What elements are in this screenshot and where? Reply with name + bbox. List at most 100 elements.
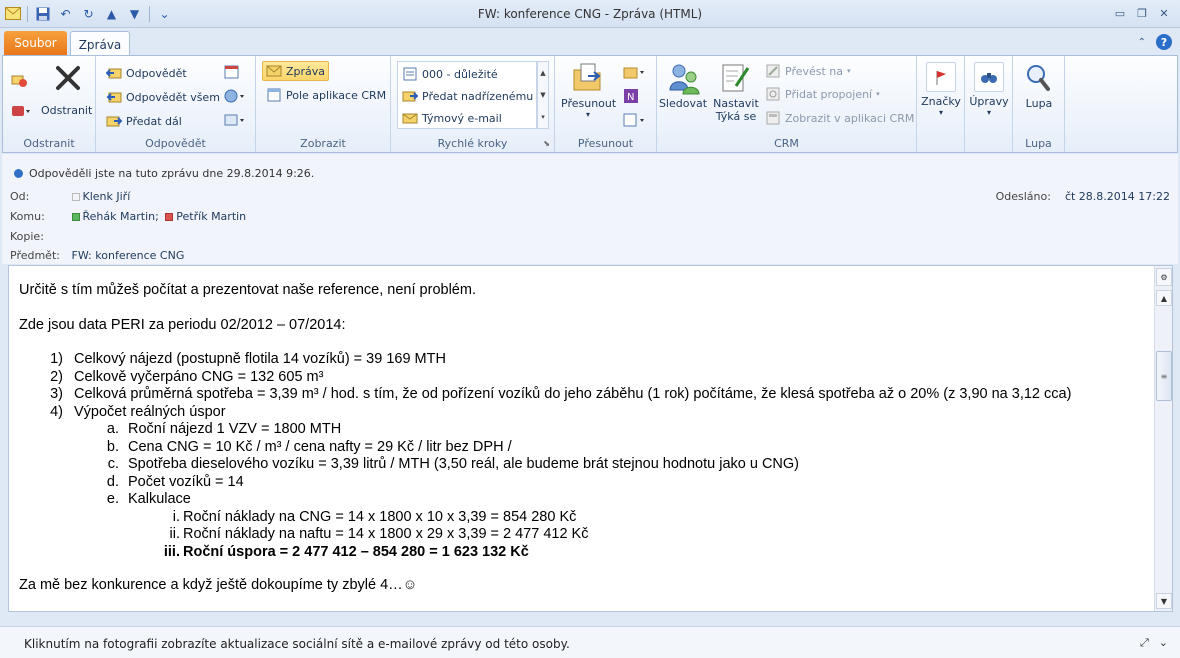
people-pane-bar[interactable]: Kliknutím na fotografii zobrazíte aktual… <box>0 626 1180 658</box>
chevron-down-icon[interactable]: ⌄ <box>1159 636 1168 650</box>
quick-steps-scroll[interactable]: ▲ ▼ ▾ <box>537 61 549 129</box>
expand-pane-icon[interactable]: ⤢ <box>1140 636 1149 650</box>
sub-list-item: c. Spotřeba dieselového vozíku = 3,39 lit… <box>107 456 800 472</box>
sub-sub-list-item: ii. Roční náklady na naftu = 14 x 1800 x … <box>169 526 589 542</box>
help-icon[interactable]: ? <box>1156 34 1172 50</box>
group-respond: Odpovědět Odpovědět všem Předat dál Odpo… <box>96 56 256 152</box>
scroll-down-icon[interactable]: ▼ <box>1156 593 1172 609</box>
actions-icon[interactable] <box>623 112 644 128</box>
message-body[interactable]: Určitě s tím můžeš počítat a prezentovat… <box>8 265 1173 612</box>
binoculars-icon <box>974 62 1004 92</box>
onenote-icon[interactable]: N <box>623 88 639 104</box>
dropdown-arrow-icon: ▾ <box>986 108 991 117</box>
meeting-icon[interactable] <box>224 64 240 80</box>
subject-text: FW: konference CNG <box>71 249 185 262</box>
group-label-respond: Odpovědět <box>145 137 206 150</box>
convert-icon <box>765 63 781 79</box>
tags-button[interactable]: Značky ▾ <box>921 62 961 117</box>
sent-date: čt 28.8.2014 17:22 <box>1064 190 1170 203</box>
more-respond-icon[interactable] <box>224 112 244 128</box>
sub-sub-list-item: i. Roční náklady na CNG = 14 x 1800 x 10 … <box>172 508 577 525</box>
list-item: 2) Celkově vyčerpáno CNG = 132 605 m³ <box>50 368 324 385</box>
team-email-icon <box>402 110 418 126</box>
message-icon <box>266 63 282 79</box>
group-label-zoom: Lupa <box>1025 137 1052 150</box>
people-pane-text: Kliknutím na fotografii zobrazíte aktual… <box>24 637 570 651</box>
group-crm: Sledovat Nastavit Týká se Převést na ▾ P… <box>657 56 917 152</box>
minimize-icon[interactable]: ▭ <box>1110 4 1130 22</box>
title-bar: ↶ ↻ ▲ ▼ ⌄ FW: konference CNG - Zpráva (H… <box>0 0 1180 28</box>
reply-button[interactable]: Odpovědět <box>105 63 187 83</box>
im-reply-icon[interactable] <box>224 88 244 104</box>
recipient-name[interactable]: Petřík Martin <box>176 210 246 223</box>
dropdown-arrow-icon: ▾ <box>585 110 590 119</box>
close-icon[interactable]: ✕ <box>1154 4 1174 22</box>
group-move: Přesunout ▾ N Přesunout <box>555 56 657 152</box>
from-row: Od: Klenk Jiří <box>10 190 131 203</box>
scroll-thumb[interactable]: ≡ <box>1156 351 1172 401</box>
list-item: 1) Celkový nájezd (postupně flotila 14 vo… <box>50 351 446 367</box>
paragraph: Zde jsou data PERI za periodu 02/2012 – … <box>19 316 346 333</box>
tab-message[interactable]: Zpráva <box>70 31 130 57</box>
set-regarding-button[interactable]: Nastavit Týká se <box>709 62 763 123</box>
recipient-name[interactable]: Řehák Martin; <box>83 210 159 223</box>
restore-icon[interactable]: ❐ <box>1132 4 1152 22</box>
convert-to-button[interactable]: Převést na ▾ <box>765 61 851 81</box>
delete-button[interactable]: Odstranit <box>41 100 92 120</box>
group-label-quick-steps: Rychlé kroky <box>437 137 508 150</box>
presence-busy-icon <box>165 213 174 221</box>
show-message-button[interactable]: Zpráva <box>262 61 330 81</box>
ignore-icon[interactable] <box>11 72 27 88</box>
set-regarding-icon <box>720 62 752 94</box>
forward-button[interactable]: Předat dál <box>106 111 182 131</box>
quick-step-item[interactable]: 000 - důležité <box>402 64 498 84</box>
group-show: Zpráva Pole aplikace CRM Zobrazit <box>256 56 391 152</box>
sent-row: Odesláno: čt 28.8.2014 17:22 <box>995 190 1170 203</box>
rules-icon[interactable] <box>623 64 644 80</box>
sub-list-item: b. Cena CNG = 10 Kč / m³ / cena nafty = 2… <box>106 438 512 455</box>
quick-step-item[interactable]: Týmový e-mail <box>402 108 502 128</box>
smart-tag-icon[interactable]: ⚙ <box>1156 268 1172 286</box>
forward-to-manager-icon <box>402 88 419 104</box>
view-in-crm-button[interactable]: Zobrazit v aplikaci CRM <box>765 108 914 128</box>
crm-fields-button[interactable]: Pole aplikace CRM <box>266 85 386 105</box>
crm-view-icon <box>765 110 781 126</box>
reply-all-button[interactable]: Odpovědět všem <box>106 87 220 107</box>
move-button[interactable]: Přesunout ▾ <box>561 62 616 119</box>
zoom-button[interactable]: Lupa <box>1019 62 1059 110</box>
sub-list-item: a. Roční nájezd 1 VZV = 1800 MTH <box>106 421 342 437</box>
follow-button[interactable]: Sledovat <box>657 62 709 110</box>
closing-paragraph: Za mě bez konkurence a když ještě dokoup… <box>19 577 418 593</box>
to-row: Komu: Řehák Martin; Petřík Martin <box>10 210 247 223</box>
group-zoom: Lupa Lupa <box>1013 56 1065 152</box>
info-bar[interactable]: Odpověděli jste na tuto zprávu dne 29.8.… <box>14 167 314 180</box>
move-folder-icon <box>572 62 604 94</box>
message-header: Odpověděli jste na tuto zprávu dne 29.8.… <box>2 154 1178 264</box>
group-quick-steps: 000 - důležité Předat nadřízenému Týmový… <box>391 56 555 152</box>
ribbon: Odstranit Odstranit Odpovědět Odpovědět … <box>2 55 1178 153</box>
clean-up-icon[interactable] <box>11 103 30 119</box>
collapse-ribbon-icon[interactable]: ⌃ <box>1138 37 1146 48</box>
list-item: 3) Celková průměrná spotřeba = 3,39 m³ / … <box>50 386 1072 402</box>
follow-people-icon <box>667 62 700 95</box>
group-label-delete: Odstranit <box>23 137 75 150</box>
svg-text:N: N <box>627 92 634 103</box>
tab-file[interactable]: Soubor <box>4 31 67 55</box>
sub-list-item: e. Kalkulace <box>106 491 191 507</box>
quick-step-item[interactable]: Předat nadřízenému <box>402 86 533 106</box>
editing-button[interactable]: Úpravy ▾ <box>969 62 1009 117</box>
dialog-launcher-icon[interactable]: ⬊ <box>543 139 550 148</box>
subject-row: Předmět: FW: konference CNG <box>10 249 185 262</box>
window-controls: ▭ ❐ ✕ <box>1110 4 1174 22</box>
form-icon <box>266 87 282 103</box>
scroll-up-icon[interactable]: ▲ <box>1156 290 1172 306</box>
flag-icon <box>926 62 956 92</box>
vertical-scrollbar[interactable]: ⚙ ▲ ≡ ▼ <box>1154 266 1172 611</box>
add-link-button[interactable]: Přidat propojení ▾ <box>765 84 880 104</box>
dropdown-arrow-icon: ▾ <box>938 108 943 117</box>
delete-x-icon[interactable] <box>53 64 83 95</box>
sender-name[interactable]: Klenk Jiří <box>83 190 131 203</box>
presence-unknown-icon <box>71 193 80 201</box>
message-content: Určitě s tím můžeš počítat a prezentovat… <box>19 282 1149 611</box>
quick-step-icon <box>402 66 418 82</box>
